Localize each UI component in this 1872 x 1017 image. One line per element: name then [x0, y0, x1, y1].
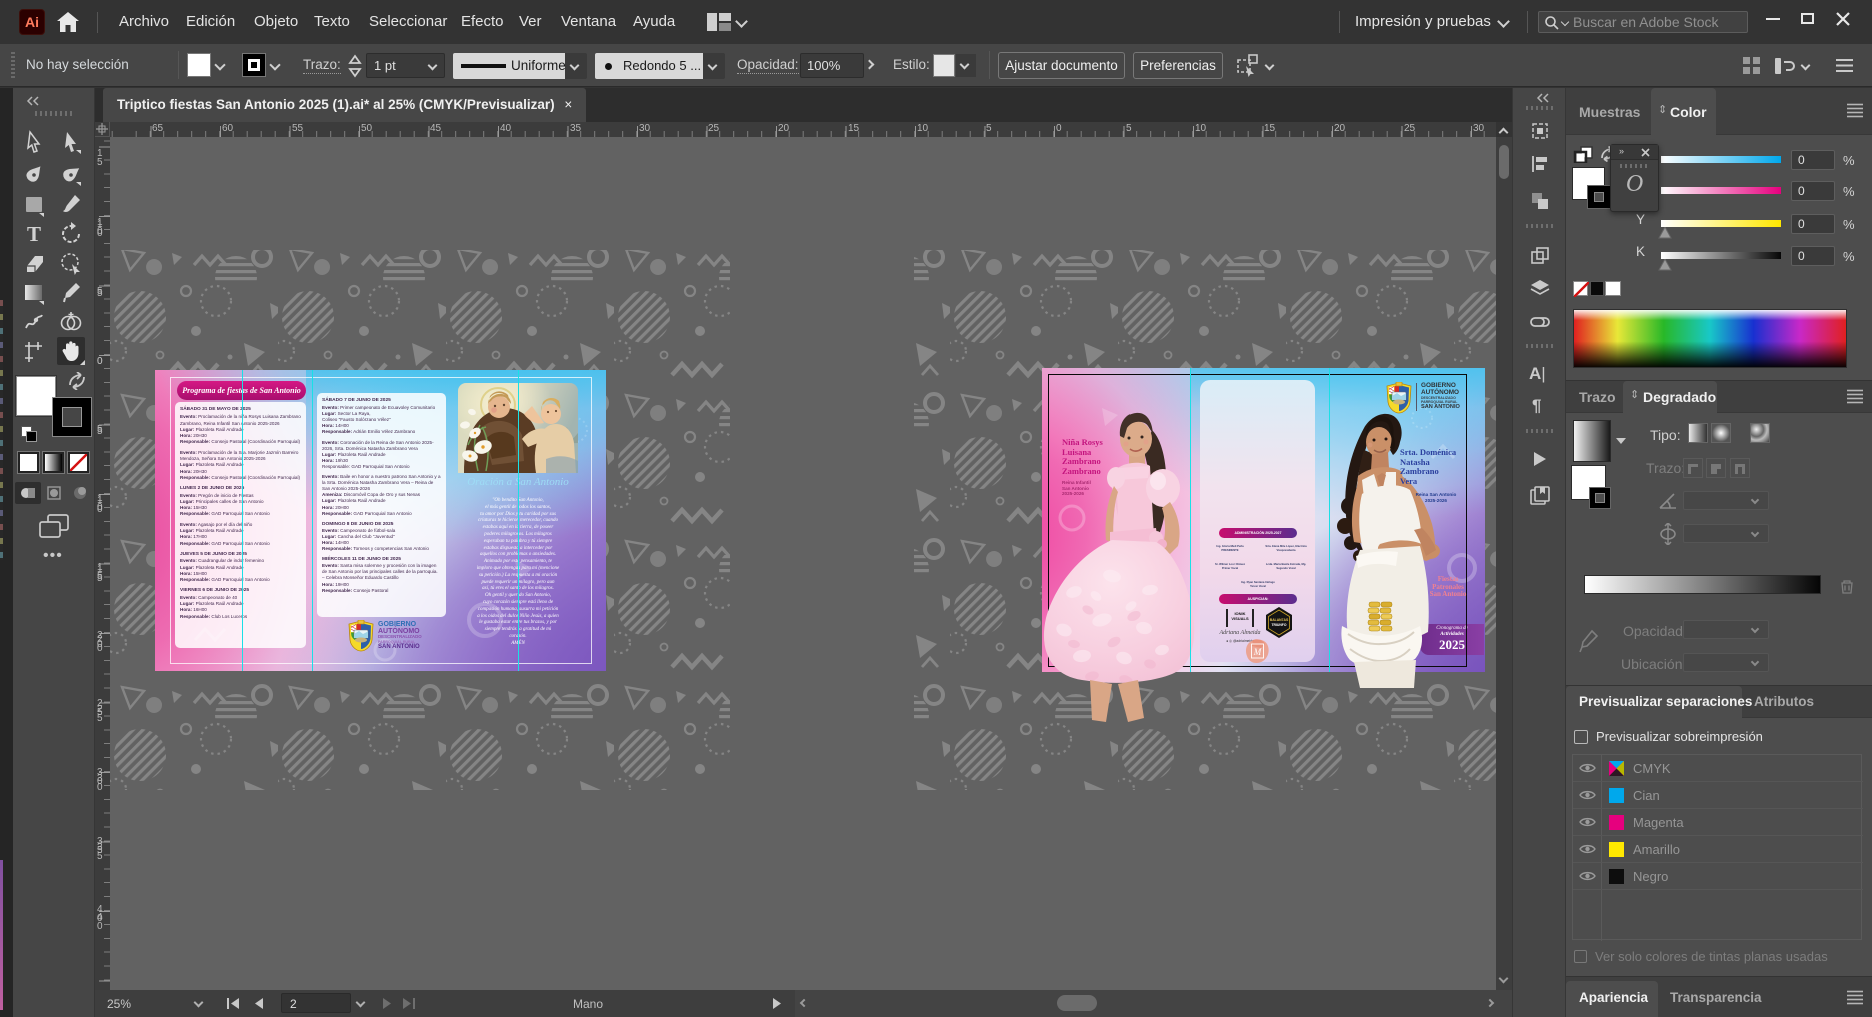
svg-text:T: T — [27, 222, 41, 246]
